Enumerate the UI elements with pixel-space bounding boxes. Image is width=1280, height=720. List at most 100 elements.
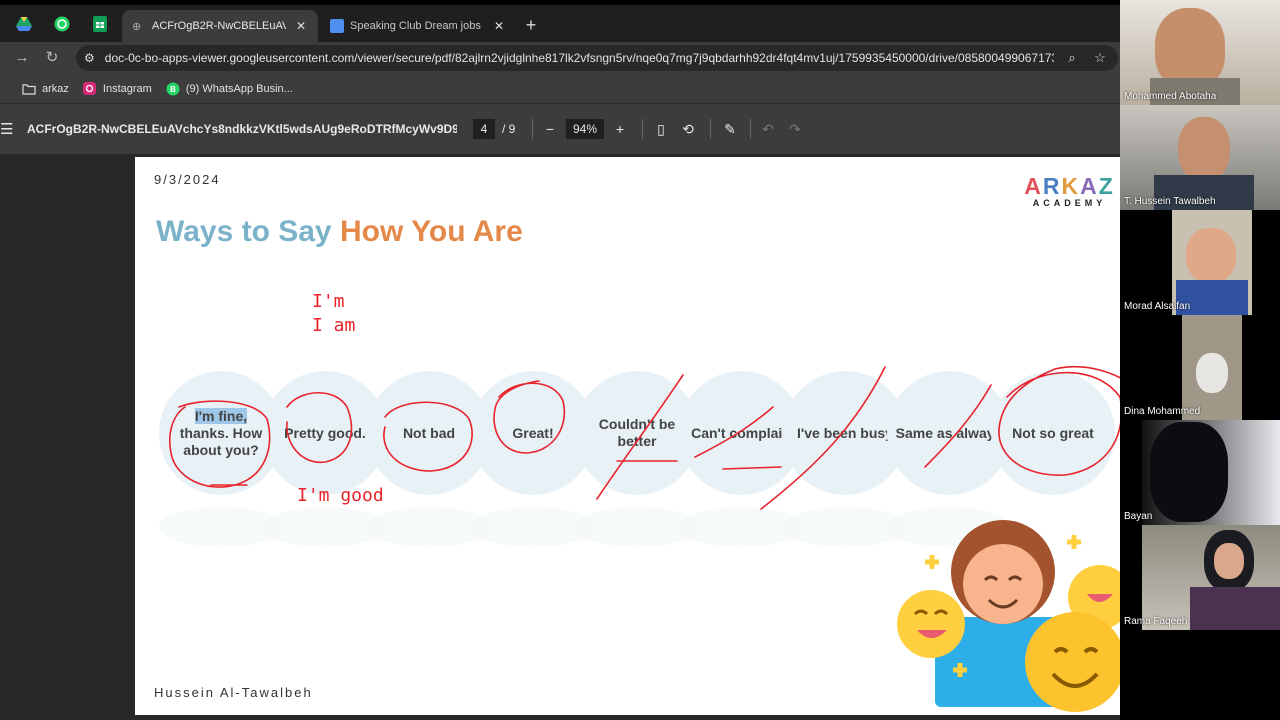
pdf-page[interactable]: 9/3/2024 ARKAZ ACADEMY Ways to Say How Y… — [135, 157, 1120, 715]
tab-pdf-viewer[interactable]: ⊕ ACFrOgB2R-NwCBELEuAVchcYs ✕ — [122, 10, 318, 42]
phrase-text: Same as always — [895, 424, 1003, 441]
participant-name: Rama Faqeeh — [1124, 616, 1188, 627]
google-sheets-icon — [93, 16, 107, 32]
participant-name: T. Hussein Tawalbeh — [1124, 196, 1216, 207]
participant-name: Morad Alsaifan — [1124, 301, 1191, 312]
annotate-pen-icon[interactable]: ✎ — [721, 119, 739, 139]
bookmarks-bar: arkaz Instagram B (9) WhatsApp Busin... — [0, 74, 1120, 104]
annotation-im: I'm — [312, 291, 345, 312]
google-drive-pinned-tab[interactable] — [13, 13, 35, 35]
page-number-input[interactable]: 4 — [473, 119, 495, 139]
whatsapp-pinned-tab[interactable] — [51, 13, 73, 35]
pdf-title: ACFrOgB2R-NwCBELEuAVchcYs8ndkkzVKtl5wdsA… — [27, 122, 457, 136]
annotation-i-am: I am — [312, 315, 356, 336]
participant-video — [1214, 543, 1244, 579]
tab-label: ACFrOgB2R-NwCBELEuAVchcYs — [152, 20, 286, 32]
close-tab-icon[interactable]: ✕ — [294, 19, 308, 33]
phrase-text: Pretty good. — [284, 424, 366, 441]
phrase-circle-not-so-great: Not so great — [991, 371, 1115, 495]
annotation-im-good: I'm good — [297, 485, 384, 506]
bookmark-label: Instagram — [102, 82, 152, 95]
globe-icon: ⊕ — [132, 20, 142, 33]
participant-tile[interactable]: Dina Mohammed — [1120, 315, 1280, 420]
participant-name: Dina Mohammed — [1124, 406, 1201, 417]
slide-author: Hussein Al-Tawalbeh — [154, 685, 313, 700]
instagram-icon — [83, 82, 97, 96]
slide-date: 9/3/2024 — [154, 172, 221, 187]
reload-icon[interactable]: ↻ — [42, 48, 62, 68]
fit-page-icon[interactable]: ▯ — [652, 119, 670, 139]
boy-face-icon — [963, 544, 1043, 624]
participant-video — [1196, 353, 1228, 393]
browser-window: ⊕ ACFrOgB2R-NwCBELEuAVchcYs ✕ Speaking C… — [0, 0, 1120, 720]
participant-name: Mohammed Abotaha — [1124, 91, 1217, 102]
pdf-toolbar: ☰ ACFrOgB2R-NwCBELEuAVchcYs8ndkkzVKtl5wd… — [0, 104, 1120, 154]
zoom-level-input[interactable]: 94% — [566, 119, 604, 139]
toolbar-divider — [532, 119, 533, 139]
toolbar-divider — [642, 119, 643, 139]
address-bar[interactable]: ⚙ doc-0c-bo-apps-viewer.googleuserconten… — [76, 45, 1118, 71]
participant-tile[interactable]: Rama Faqeeh — [1120, 525, 1280, 630]
site-info-icon[interactable]: ⚙ — [84, 51, 95, 65]
bookmark-label: arkaz — [42, 82, 69, 95]
rotate-icon[interactable]: ⟲ — [679, 119, 697, 139]
new-tab-icon[interactable]: + — [522, 15, 540, 36]
tab-label: Speaking Club Dream jobs - Op — [350, 20, 484, 32]
participant-tile[interactable]: Morad Alsaifan — [1120, 210, 1280, 315]
slide-title: Ways to Say How You Are — [156, 215, 523, 249]
browser-toolbar: → ↻ ⚙ doc-0c-bo-apps-viewer.googleuserco… — [0, 42, 1120, 74]
redo-icon[interactable]: ↷ — [786, 119, 804, 139]
close-tab-icon[interactable]: ✕ — [492, 19, 506, 33]
bookmark-arkaz[interactable]: arkaz — [22, 82, 69, 96]
participant-video — [1186, 228, 1236, 283]
google-drive-icon — [16, 17, 32, 31]
logo-subtext: ACADEMY — [1032, 198, 1107, 208]
participant-tile[interactable]: Mohammed Abotaha — [1120, 0, 1280, 105]
bookmark-instagram[interactable]: Instagram — [83, 82, 152, 96]
title-part-2: How You Are — [339, 215, 523, 248]
whatsapp-icon — [54, 16, 70, 32]
phrase-text: Can't complain — [691, 424, 791, 441]
tab-speaking-club[interactable]: Speaking Club Dream jobs - Op ✕ — [320, 10, 516, 42]
toolbar-divider — [710, 119, 711, 139]
participant-video — [1178, 117, 1230, 181]
sparkle-icon — [1067, 535, 1081, 549]
folder-icon — [22, 82, 36, 96]
phrase-text: Not bad — [402, 424, 456, 441]
smiling-emoji-icon — [897, 590, 965, 658]
url-text: doc-0c-bo-apps-viewer.googleusercontent.… — [104, 51, 1054, 65]
forward-icon[interactable]: → — [12, 48, 32, 68]
phrase-text: Not so great — [1012, 424, 1094, 441]
sheets-pinned-tab[interactable] — [89, 13, 111, 35]
bookmark-star-icon[interactable]: ☆ — [1090, 50, 1110, 66]
highlighted-text: I'm fine, — [194, 407, 248, 424]
participant-tile[interactable]: Bayan — [1120, 420, 1280, 525]
emoji-illustration — [897, 520, 1120, 712]
participant-video — [1155, 8, 1225, 88]
video-call-participants: Mohammed Abotaha T. Hussein Tawalbeh Mor… — [1120, 0, 1280, 720]
menu-icon[interactable]: ☰ — [0, 120, 13, 138]
phrase-text: thanks. How about you? — [179, 424, 263, 458]
logo-text: ARKAZ — [1024, 173, 1115, 199]
svg-text:B: B — [170, 85, 176, 94]
title-part-1: Ways to Say — [156, 215, 340, 248]
zoom-icon[interactable]: ⌕ — [1062, 50, 1082, 66]
participant-tile[interactable]: T. Hussein Tawalbeh — [1120, 105, 1280, 210]
tab-strip: ⊕ ACFrOgB2R-NwCBELEuAVchcYs ✕ Speaking C… — [0, 0, 1120, 42]
undo-icon[interactable]: ↶ — [759, 119, 777, 139]
zoom-in-icon[interactable]: + — [611, 119, 629, 139]
bookmark-label: (9) WhatsApp Busin... — [185, 82, 293, 95]
pdf-viewer[interactable]: 9/3/2024 ARKAZ ACADEMY Ways to Say How Y… — [0, 154, 1120, 720]
sparkle-icon — [925, 555, 939, 569]
arkaz-logo: ARKAZ ACADEMY — [1017, 174, 1120, 208]
whatsapp-business-icon: B — [166, 82, 180, 96]
page-total: / 9 — [502, 122, 516, 136]
zoom-out-icon[interactable]: − — [541, 119, 559, 139]
slides-icon — [330, 19, 344, 33]
participant-video — [1150, 422, 1228, 522]
bookmark-whatsapp-business[interactable]: B (9) WhatsApp Busin... — [166, 82, 293, 96]
toolbar-divider — [750, 119, 751, 139]
phrase-text: I've been busy — [797, 424, 893, 441]
phrase-text: Great! — [512, 424, 554, 441]
participant-name: Bayan — [1124, 511, 1153, 522]
